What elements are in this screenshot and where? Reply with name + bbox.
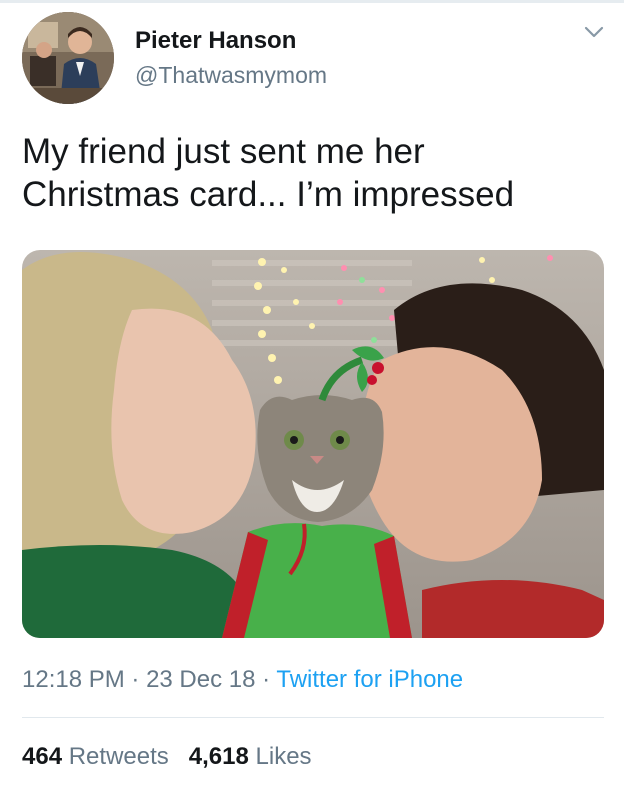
likes-count: 4,618 — [188, 743, 249, 770]
christmas-card-photo — [22, 250, 604, 638]
top-divider — [0, 0, 624, 3]
user-handle[interactable]: @Thatwasmymom — [135, 62, 327, 89]
divider — [22, 717, 604, 718]
likes-label: Likes — [255, 743, 312, 770]
retweets-label: Retweets — [68, 743, 169, 770]
tweet-meta: 12:18 PM · 23 Dec 18 · Twitter for iPhon… — [22, 666, 463, 694]
retweets-stat[interactable]: 464 Retweets — [22, 743, 169, 770]
avatar[interactable] — [22, 12, 114, 104]
tweet-photo[interactable] — [22, 250, 604, 638]
likes-stat[interactable]: 4,618 Likes — [189, 743, 312, 770]
display-name[interactable]: Pieter Hanson — [135, 27, 296, 55]
tweet-stats: 464 Retweets 4,618 Likes — [22, 743, 312, 771]
tweet-time[interactable]: 12:18 PM — [22, 666, 125, 693]
tweet-text-line: My friend just sent me her — [22, 132, 425, 171]
meta-separator: · — [124, 666, 147, 693]
avatar-image — [22, 12, 114, 104]
tweet-source-link[interactable]: Twitter for iPhone — [276, 666, 463, 693]
chevron-down-icon[interactable] — [583, 24, 605, 40]
tweet-text-line: Christmas card... I’m impressed — [22, 175, 515, 214]
tweet-text: My friend just sent me her Christmas car… — [22, 130, 602, 216]
meta-separator: · — [255, 666, 277, 693]
tweet-date[interactable]: 23 Dec 18 — [146, 666, 255, 693]
retweets-count: 464 — [22, 743, 63, 770]
